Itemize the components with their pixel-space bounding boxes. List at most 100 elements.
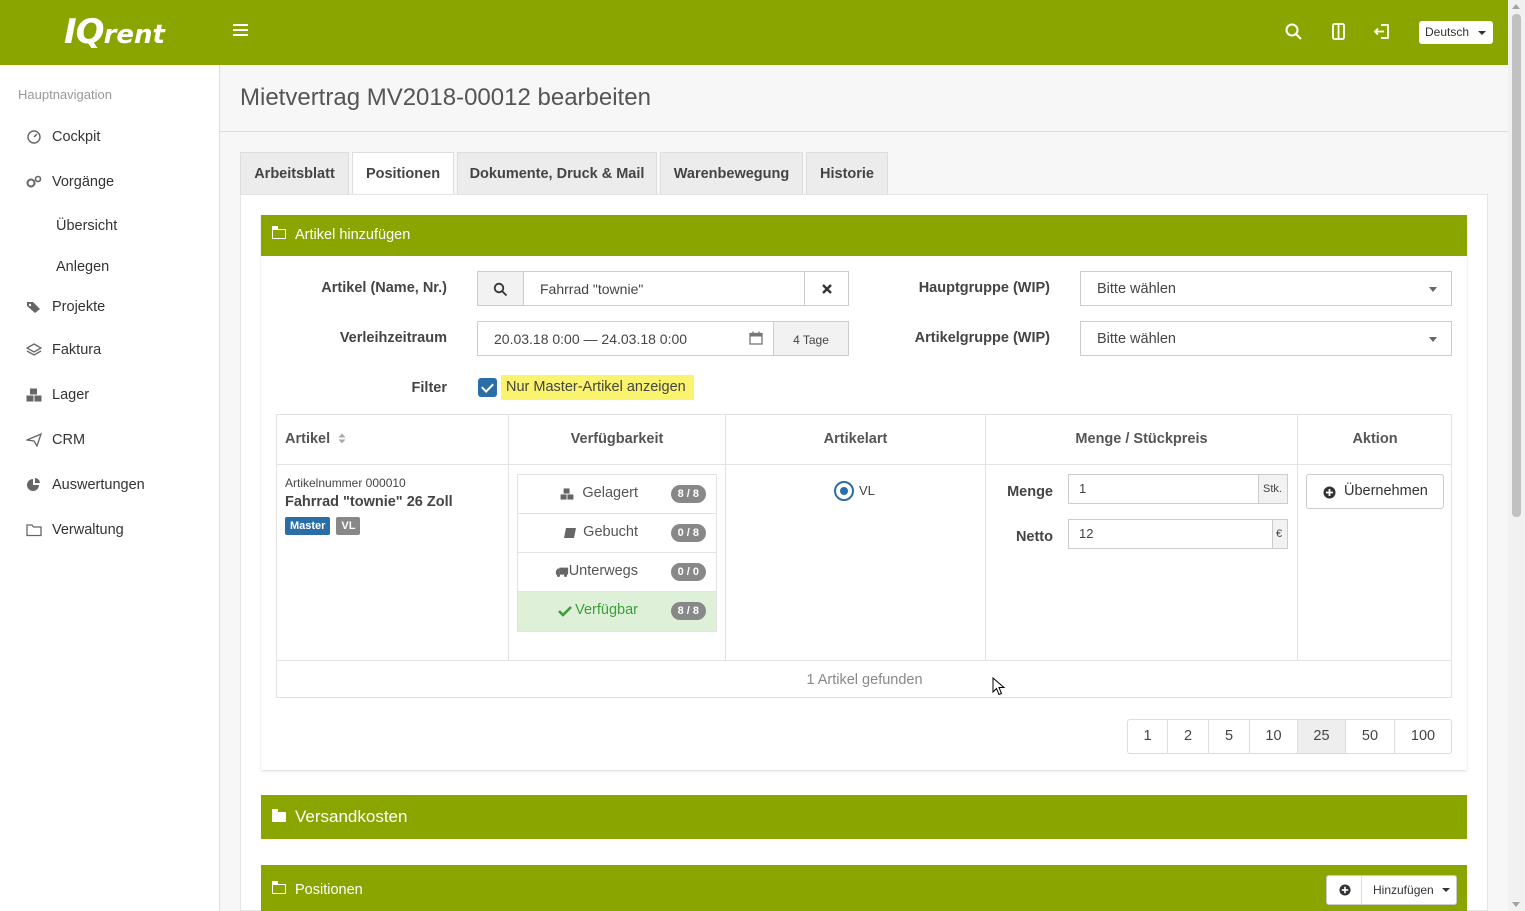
hauptgruppe-select[interactable]: Bitte wählen xyxy=(1080,271,1452,306)
scroll-up-arrow[interactable] xyxy=(1512,4,1520,9)
period-days-addon: 4 Tage xyxy=(773,321,849,356)
positionen-title: Positionen xyxy=(295,882,363,898)
page-header: Mietvertrag MV2018-00012 bearbeiten xyxy=(220,65,1508,132)
artikelart-cell: VL xyxy=(726,465,986,660)
period-input[interactable]: 20.03.18 0:00 — 24.03.18 0:00 xyxy=(477,321,774,356)
chevron-down-icon xyxy=(1429,287,1437,292)
hauptgruppe-label: Hauptgruppe (WIP) xyxy=(918,280,1050,296)
language-select[interactable]: Deutsch xyxy=(1419,21,1493,44)
column-header-artikelart: Artikelart xyxy=(726,415,986,465)
tags-icon xyxy=(27,302,40,313)
sidebar-item-crm[interactable]: CRM xyxy=(26,432,85,448)
sidebar-item-label: Vorgänge xyxy=(52,174,115,190)
plus-circle-icon xyxy=(1323,486,1336,499)
sidebar-item-vorgaenge[interactable]: Vorgänge xyxy=(26,174,114,190)
page-size-option[interactable]: 2 xyxy=(1168,720,1209,753)
menge-label: Menge xyxy=(1007,484,1053,500)
scrollbar-thumb[interactable] xyxy=(1512,14,1521,517)
uebernehmen-button[interactable]: Übernehmen xyxy=(1306,474,1444,509)
versandkosten-box: Versandkosten xyxy=(261,795,1467,839)
sidebar-item-label: Verwaltung xyxy=(52,522,124,538)
sidebar-item-label: CRM xyxy=(52,432,86,448)
sidebar-item-projekte[interactable]: Projekte xyxy=(26,299,105,315)
results-count: 1 Artikel gefunden xyxy=(277,660,1452,698)
paper-plane-icon xyxy=(26,433,42,447)
page-size-option-active[interactable]: 25 xyxy=(1298,720,1346,753)
master-filter-text[interactable]: Nur Master-Artikel anzeigen xyxy=(501,375,694,400)
page-size-option[interactable]: 1 xyxy=(1128,720,1168,753)
period-label: Verleihzeitraum xyxy=(339,330,447,346)
availability-verfuegbar: Verfügbar 8 / 8 xyxy=(518,592,716,631)
tab-historie[interactable]: Historie xyxy=(806,152,888,195)
app-logo[interactable]: IQrent xyxy=(64,12,165,52)
menu-toggle-icon[interactable] xyxy=(233,24,248,39)
scroll-down-arrow[interactable] xyxy=(1512,902,1520,907)
page-size-option[interactable]: 10 xyxy=(1250,720,1298,753)
article-search-input[interactable]: Fahrrad "townie" xyxy=(523,271,805,306)
page-size-option[interactable]: 5 xyxy=(1209,720,1250,753)
top-bar: IQrent Deutsch xyxy=(0,0,1508,65)
availability-gebucht: Gebucht 0 / 8 xyxy=(518,514,716,553)
column-header-menge: Menge / Stückpreis xyxy=(986,415,1298,465)
sidebar: Hauptnavigation Cockpit Vorgänge Übersic… xyxy=(0,65,220,911)
close-icon xyxy=(822,284,832,294)
page-scrollbar[interactable] xyxy=(1508,0,1525,911)
column-header-artikel[interactable]: Artikel xyxy=(277,415,509,465)
check-icon xyxy=(558,606,572,617)
tab-dokumente[interactable]: Dokumente, Druck & Mail xyxy=(457,152,657,195)
page-size-option[interactable]: 100 xyxy=(1395,720,1451,753)
tab-warenbewegung[interactable]: Warenbewegung xyxy=(660,152,803,195)
pie-chart-icon xyxy=(27,478,40,491)
availability-gelagert: Gelagert 8 / 8 xyxy=(518,475,716,514)
sidebar-item-faktura[interactable]: Faktura xyxy=(26,342,101,358)
sidebar-item-verwaltung[interactable]: Verwaltung xyxy=(26,522,124,538)
chevron-down-icon xyxy=(1442,888,1451,892)
search-icon[interactable] xyxy=(1284,22,1304,42)
chevron-down-icon xyxy=(1478,31,1486,35)
tab-panel-positionen: Artikel hinzufügen Artikel (Name, Nr.) F… xyxy=(240,194,1488,911)
sidebar-item-cockpit[interactable]: Cockpit xyxy=(26,129,100,145)
mouse-cursor-icon xyxy=(992,677,1006,696)
artikelgruppe-select[interactable]: Bitte wählen xyxy=(1080,321,1452,356)
gears-icon xyxy=(26,175,42,188)
hinzufuegen-dropdown-button[interactable]: Hinzufügen xyxy=(1326,875,1457,905)
count-badge: 0 / 0 xyxy=(670,563,706,581)
netto-input[interactable]: 12 xyxy=(1068,519,1273,549)
page-size-option[interactable]: 50 xyxy=(1346,720,1395,753)
vl-badge: VL xyxy=(336,517,361,535)
article-number: Artikelnummer 000010 xyxy=(285,476,406,490)
add-article-box: Artikel hinzufügen Artikel (Name, Nr.) F… xyxy=(261,215,1467,770)
positionen-header: Positionen Hinzufügen xyxy=(261,865,1467,911)
sidebar-item-label: Projekte xyxy=(52,299,106,315)
sidebar-item-anlegen[interactable]: Anlegen xyxy=(56,259,109,275)
master-filter-checkbox[interactable] xyxy=(478,378,497,397)
article-name[interactable]: Fahrrad "townie" 26 Zoll xyxy=(285,494,453,510)
sidebar-item-label: Faktura xyxy=(52,342,102,358)
versandkosten-header[interactable]: Versandkosten xyxy=(261,795,1467,839)
folder-icon xyxy=(26,524,42,537)
book-icon xyxy=(564,528,576,538)
logout-icon[interactable] xyxy=(1372,22,1392,42)
sidebar-item-uebersicht[interactable]: Übersicht xyxy=(56,218,117,234)
sidebar-item-auswertungen[interactable]: Auswertungen xyxy=(26,477,145,493)
plus-circle-icon xyxy=(1339,884,1351,896)
sidebar-item-label: Auswertungen xyxy=(52,477,145,493)
menge-unit: Stk. xyxy=(1258,474,1288,504)
availability-cell: Gelagert 8 / 8 Gebucht 0 / 8 Unterwegs 0… xyxy=(509,465,726,660)
availability-unterwegs: Unterwegs 0 / 0 xyxy=(518,553,716,592)
layers-icon xyxy=(26,343,42,356)
sidebar-item-lager[interactable]: Lager xyxy=(26,387,89,403)
article-search-button[interactable] xyxy=(477,271,524,306)
calendar-icon[interactable] xyxy=(749,331,763,345)
add-article-header[interactable]: Artikel hinzufügen xyxy=(261,215,1467,256)
sort-icon xyxy=(338,433,346,444)
clear-search-button[interactable] xyxy=(804,271,849,306)
article-label: Artikel (Name, Nr.) xyxy=(321,280,447,296)
menge-input[interactable]: 1 xyxy=(1068,474,1259,504)
tab-arbeitsblatt[interactable]: Arbeitsblatt xyxy=(240,152,349,195)
columns-icon[interactable] xyxy=(1329,22,1349,42)
folder-open-icon xyxy=(271,226,286,239)
artikelart-radio-vl[interactable] xyxy=(834,481,854,501)
versandkosten-title: Versandkosten xyxy=(295,807,408,826)
tab-positionen[interactable]: Positionen xyxy=(352,152,454,196)
